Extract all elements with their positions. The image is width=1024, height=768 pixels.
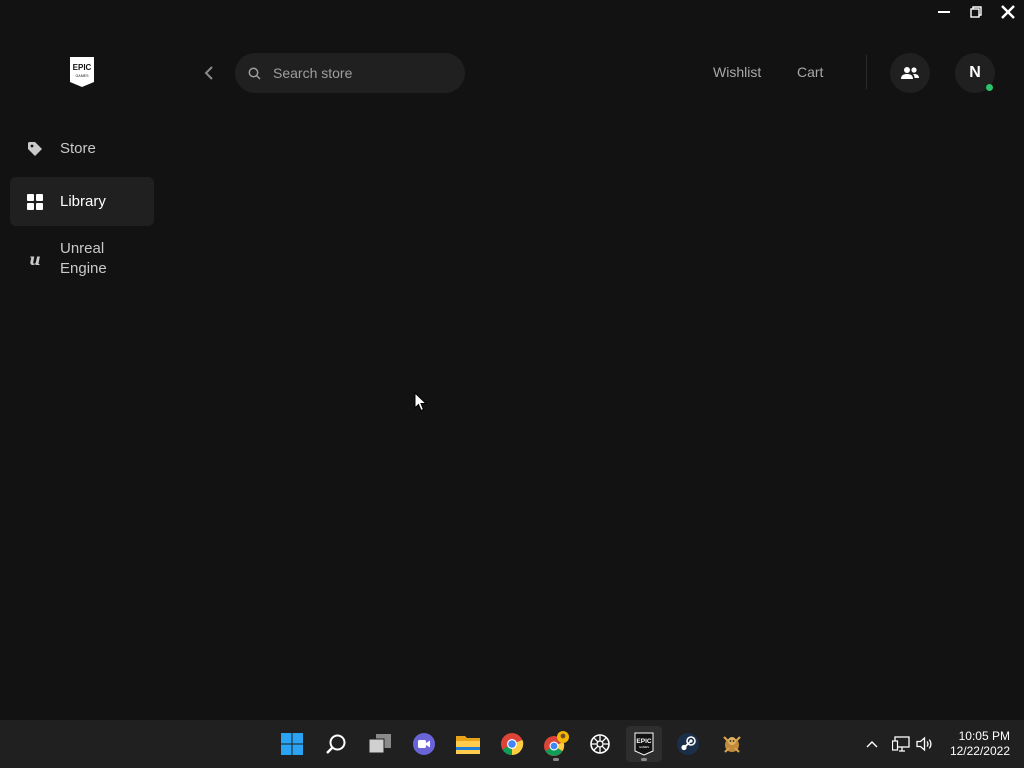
network-icon <box>892 736 910 752</box>
search-icon <box>248 67 261 80</box>
epic-games-icon: EPIC GAMES <box>634 732 654 756</box>
windows-taskbar: EPIC GAMES 10:05 PM 12/22/2022 <box>0 720 1024 768</box>
app-button[interactable] <box>582 726 618 762</box>
epic-games-logo[interactable]: EPIC GAMES <box>68 56 96 88</box>
sidebar-item-unreal-engine[interactable]: u Unreal Engine <box>10 230 154 288</box>
tag-icon <box>26 140 44 158</box>
steam-button[interactable] <box>670 726 706 762</box>
svg-text:u: u <box>29 250 41 268</box>
app-icon <box>590 734 610 754</box>
search-bar[interactable] <box>235 53 465 93</box>
restore-button[interactable] <box>960 0 992 24</box>
close-icon <box>1001 5 1015 19</box>
friends-button[interactable] <box>890 53 930 93</box>
sidebar-item-label: Unreal Engine <box>60 240 107 277</box>
running-indicator <box>641 758 647 761</box>
unreal-engine-icon: u <box>26 250 44 268</box>
task-view-icon <box>368 734 391 754</box>
epic-games-taskbar-button[interactable]: EPIC GAMES <box>626 726 662 762</box>
show-hidden-icons-button[interactable] <box>862 732 882 756</box>
minimize-button[interactable] <box>928 0 960 24</box>
friends-icon <box>901 67 919 79</box>
header-divider <box>866 55 867 89</box>
grid-icon <box>26 193 44 211</box>
wishlist-link[interactable]: Wishlist <box>713 64 761 80</box>
taskbar-clock[interactable]: 10:05 PM 12/22/2022 <box>950 729 1010 759</box>
file-explorer-button[interactable] <box>450 726 486 762</box>
svg-text:EPIC: EPIC <box>73 63 92 72</box>
network-button[interactable] <box>890 732 912 756</box>
mouse-cursor <box>414 391 428 417</box>
running-indicator <box>553 758 559 761</box>
sidebar-item-label: Store <box>60 139 96 157</box>
windows-start-icon <box>281 733 303 755</box>
chrome-profile-icon <box>544 731 569 756</box>
search-icon <box>326 734 346 754</box>
svg-text:EPIC: EPIC <box>636 738 651 745</box>
chevron-left-icon <box>204 66 213 80</box>
sidebar-item-store[interactable]: Store <box>10 124 154 173</box>
task-view-button[interactable] <box>362 726 398 762</box>
sidebar-item-label: Library <box>60 192 106 210</box>
teams-chat-button[interactable] <box>406 726 442 762</box>
svg-text:GAMES: GAMES <box>639 745 649 749</box>
chrome-icon <box>501 733 524 755</box>
window-controls <box>928 0 1024 24</box>
minimize-icon <box>938 11 950 13</box>
volume-button[interactable] <box>914 732 936 756</box>
account-avatar-button[interactable]: N <box>955 53 995 93</box>
windows-start-button[interactable] <box>274 726 310 762</box>
steam-icon <box>677 733 699 755</box>
taskbar-search-button[interactable] <box>318 726 354 762</box>
clock-date: 12/22/2022 <box>949 744 1010 758</box>
game-icon <box>723 736 741 753</box>
chrome-profile-button[interactable] <box>538 726 574 762</box>
svg-text:GAMES: GAMES <box>76 74 90 78</box>
cart-link[interactable]: Cart <box>797 64 823 80</box>
volume-icon <box>916 736 932 752</box>
chevron-up-icon <box>866 741 878 748</box>
file-explorer-icon <box>456 736 480 754</box>
search-input[interactable] <box>273 65 443 81</box>
chrome-button[interactable] <box>494 726 530 762</box>
sidebar-nav: Store Library u Unreal Engine <box>10 124 154 292</box>
back-button[interactable] <box>198 62 220 84</box>
clock-time: 10:05 PM <box>958 729 1010 743</box>
avatar-initial: N <box>969 64 981 81</box>
restore-icon <box>970 6 982 18</box>
sidebar-item-library[interactable]: Library <box>10 177 154 226</box>
game-button[interactable] <box>714 726 750 762</box>
online-status-indicator <box>986 84 993 91</box>
teams-chat-icon <box>413 733 435 755</box>
close-button[interactable] <box>992 0 1024 24</box>
